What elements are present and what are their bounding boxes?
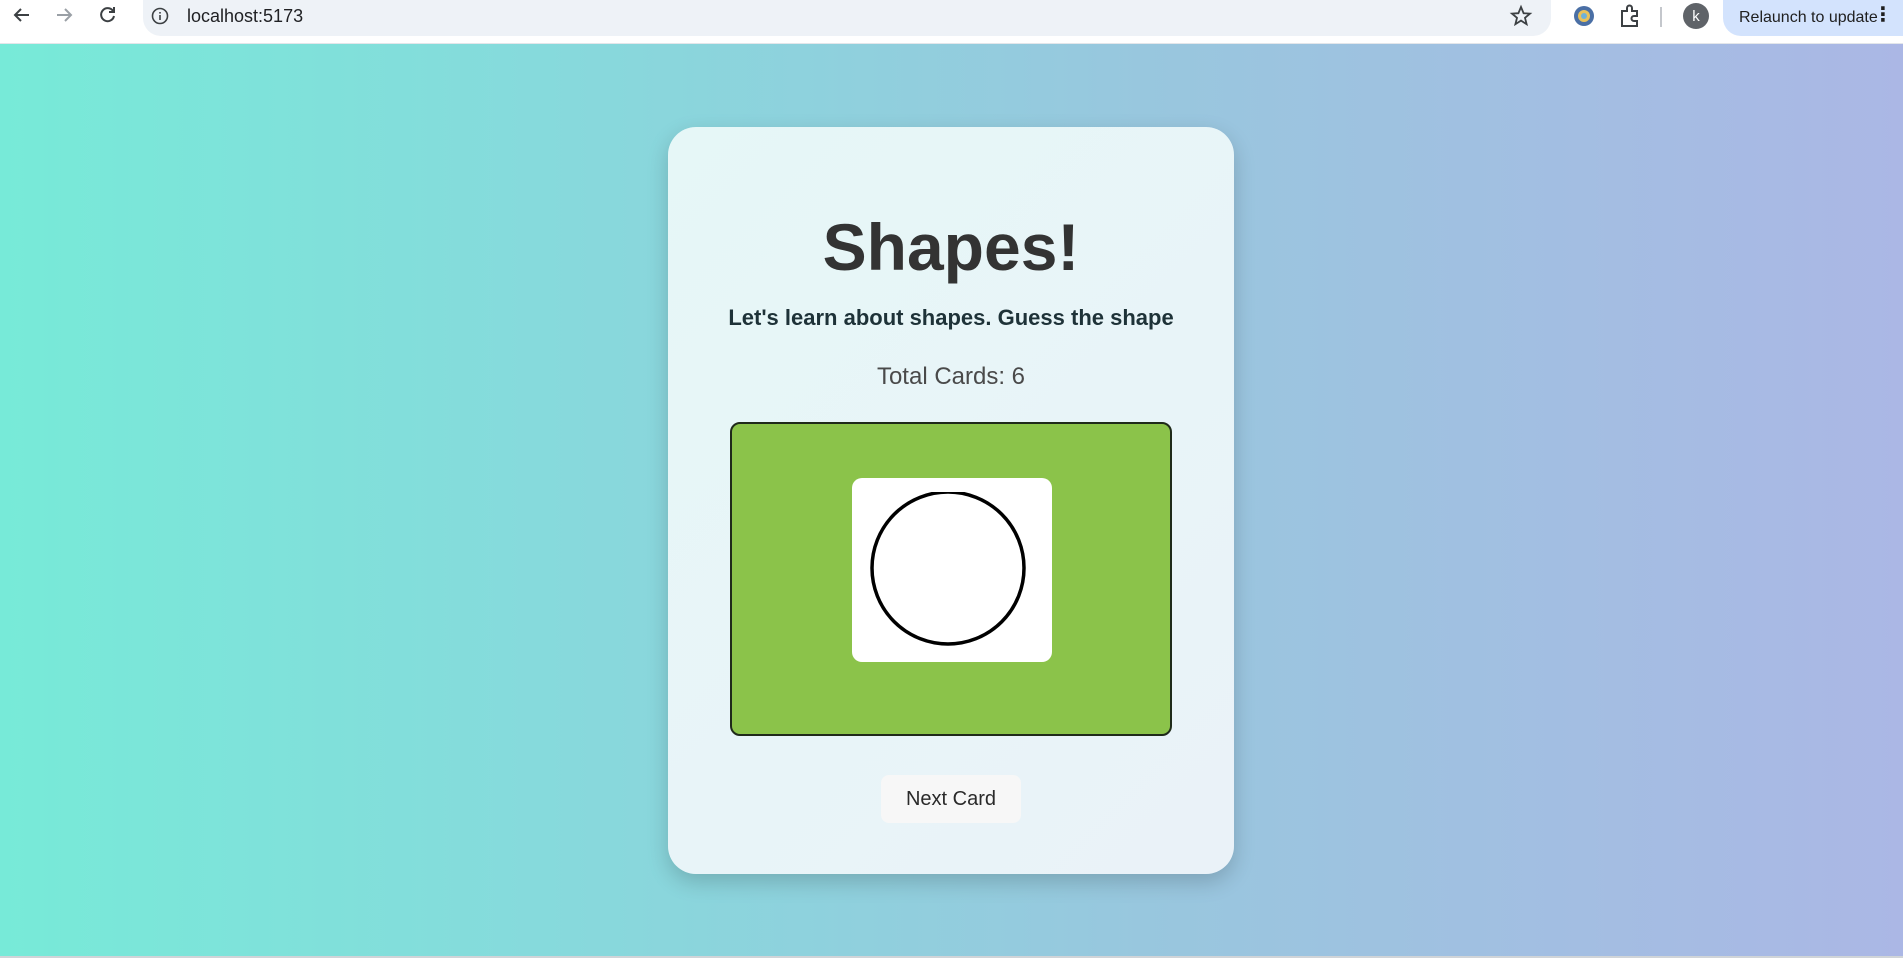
page-subtitle: Let's learn about shapes. Guess the shap… [728, 305, 1174, 330]
profile-avatar[interactable]: k [1683, 3, 1709, 29]
relaunch-button[interactable]: Relaunch to update ⋮ [1723, 0, 1903, 36]
shape-image [852, 478, 1052, 662]
puzzle-icon[interactable] [1616, 2, 1644, 30]
toolbar-divider [1660, 7, 1662, 27]
total-cards-count: Total Cards: 6 [876, 363, 1026, 390]
extension-icon[interactable] [1570, 2, 1598, 30]
reload-icon[interactable] [86, 0, 130, 30]
flashcard[interactable] [730, 422, 1172, 736]
info-icon[interactable] [151, 7, 169, 25]
back-arrow-icon[interactable] [0, 0, 44, 30]
next-card-button[interactable]: Next Card [881, 775, 1021, 823]
star-icon[interactable] [1509, 4, 1533, 28]
address-bar[interactable]: localhost:5173 [143, 0, 1551, 36]
app-container: Shapes! Let's learn about shapes. Guess … [668, 127, 1234, 874]
browser-toolbar: localhost:5173 k Relaunch to update ⋮ [0, 0, 1903, 44]
page-title: Shapes! [822, 210, 1080, 284]
forward-arrow-icon[interactable] [42, 0, 86, 30]
circle-shape-icon [870, 492, 1026, 646]
page-background: Shapes! Let's learn about shapes. Guess … [0, 44, 1903, 957]
url-text[interactable]: localhost:5173 [187, 6, 303, 27]
more-vert-icon[interactable]: ⋮ [1873, 5, 1893, 25]
relaunch-label: Relaunch to update [1739, 9, 1878, 26]
